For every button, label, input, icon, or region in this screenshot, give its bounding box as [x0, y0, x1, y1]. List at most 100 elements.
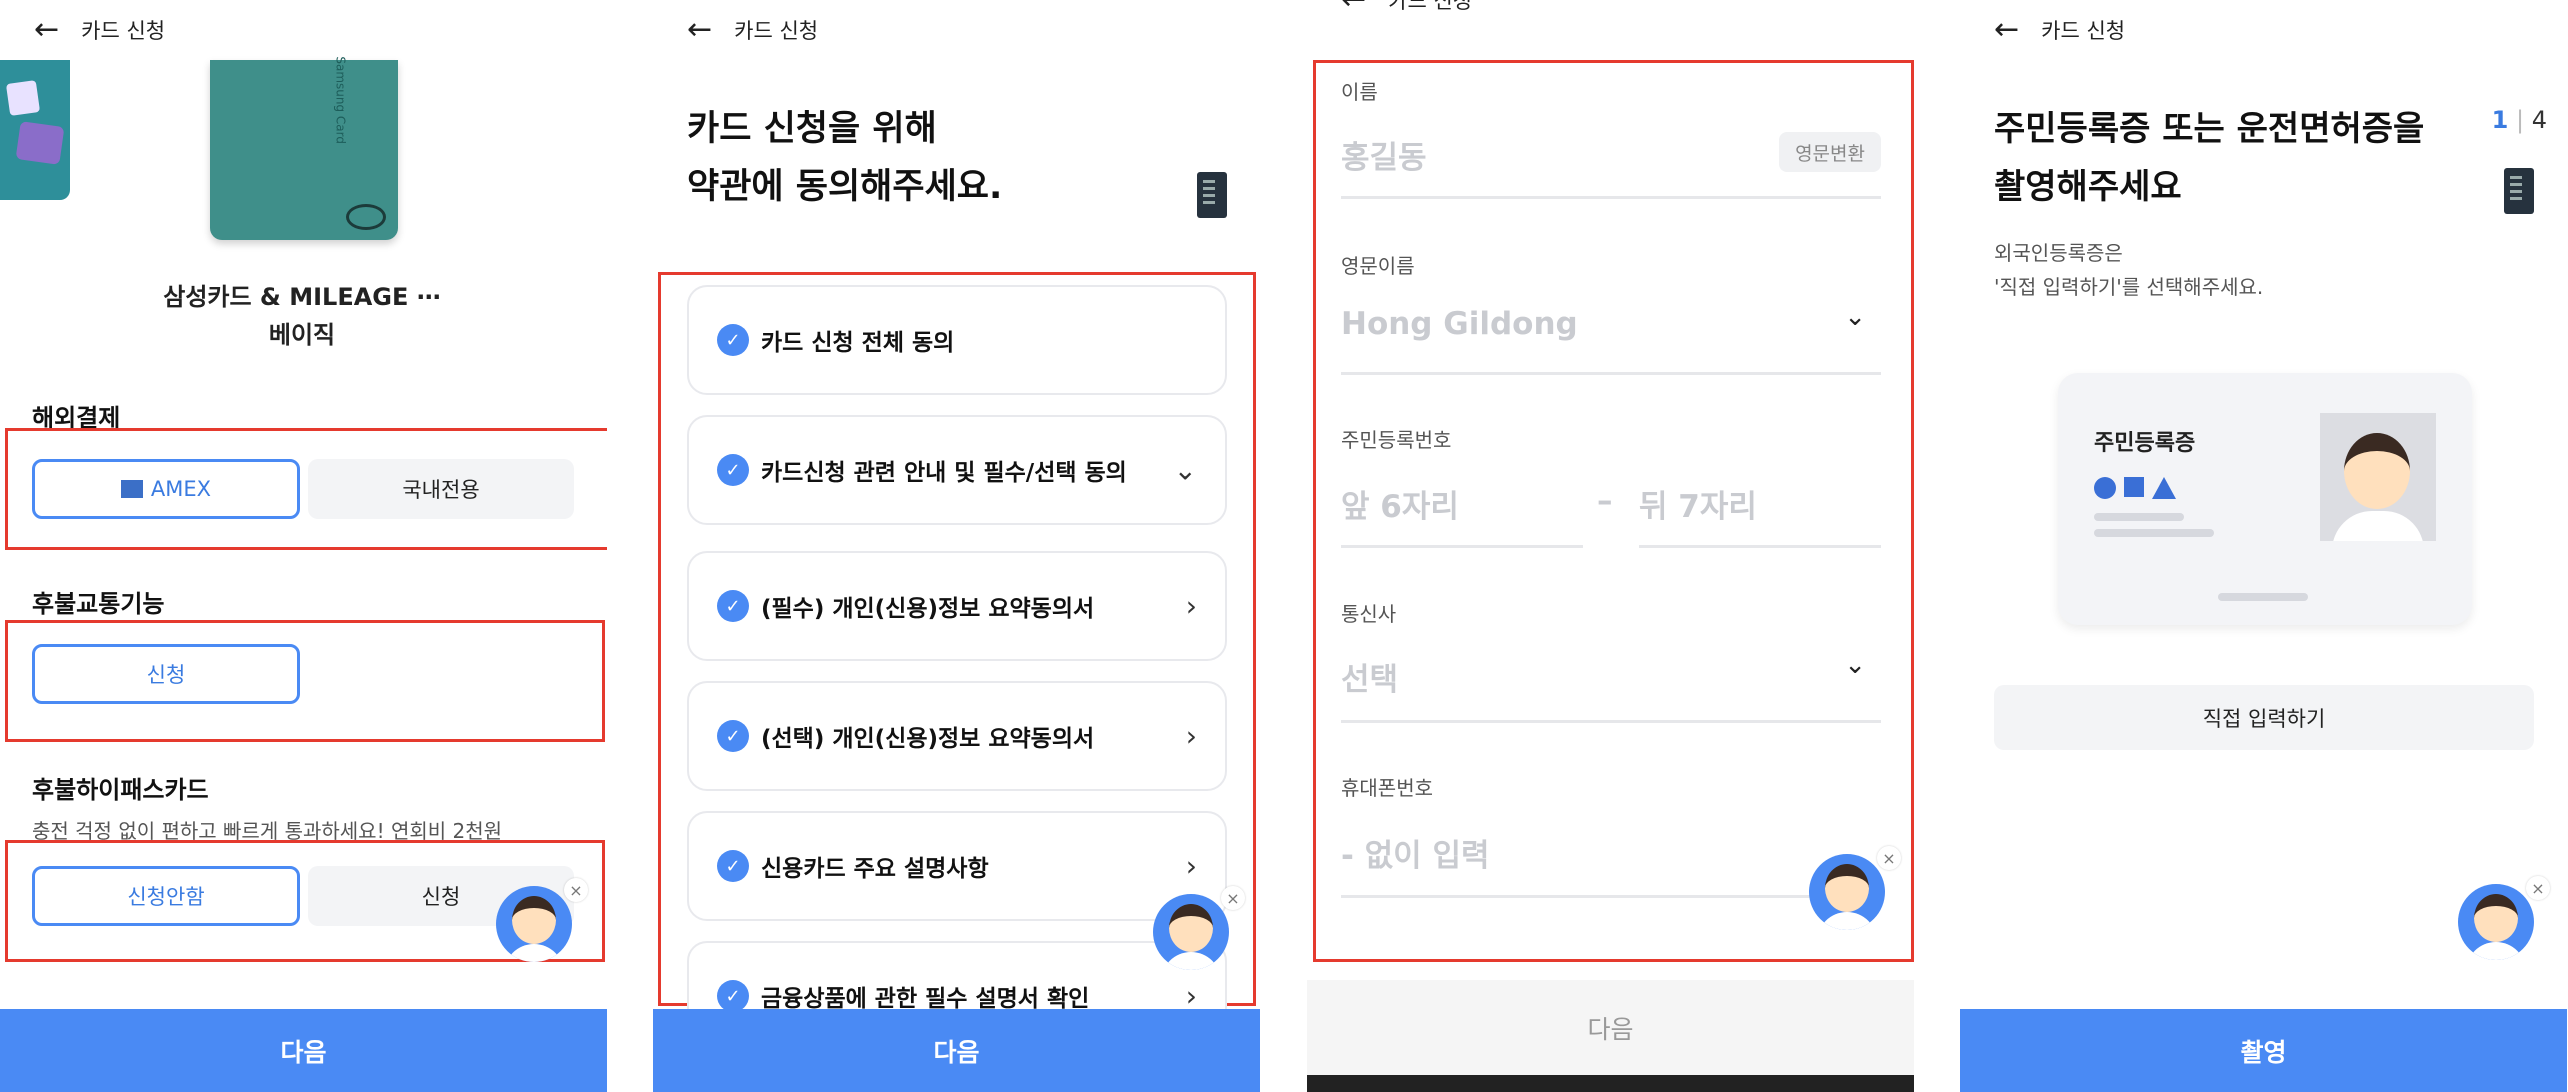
rrn-front-input[interactable]: 앞 6자리	[1341, 481, 1459, 526]
phone-input[interactable]: - 없이 입력	[1341, 830, 1490, 875]
next-button[interactable]: 다음	[653, 1009, 1260, 1092]
convert-english-button[interactable]: 영문변환	[1779, 132, 1881, 172]
back-arrow-icon[interactable]: ←	[687, 15, 712, 45]
term-label: (선택) 개인(신용)정보 요약동의서	[761, 726, 1095, 752]
card-image-side	[0, 60, 70, 200]
subtitle-line1: 외국인등록증은	[1994, 241, 2123, 265]
sticker-decoration	[5, 80, 41, 116]
name-label: 이름	[1341, 80, 1378, 104]
term-all-agree[interactable]: ✓ 카드 신청 전체 동의	[687, 285, 1227, 395]
chevron-down-icon[interactable]: ⌄	[1844, 650, 1866, 680]
screen-personal-info: ← 카드 신청 이름 홍길동 영문변환 영문이름 Hong Gildong ⌄ …	[1307, 0, 1914, 1092]
check-icon: ✓	[717, 720, 749, 752]
page-title: 주민등록증 또는 운전면허증을 촬영해주세요	[1994, 100, 2424, 216]
phone-label: 휴대폰번호	[1341, 776, 1433, 800]
chevron-right-icon[interactable]: ›	[1186, 720, 1197, 753]
check-icon: ✓	[717, 454, 749, 486]
amex-icon	[120, 480, 143, 498]
card-logo-icon	[346, 204, 386, 230]
chevron-right-icon[interactable]: ›	[1186, 850, 1197, 883]
rrn-front-underline	[1341, 545, 1583, 548]
keyboard-edge	[1307, 1075, 1914, 1092]
id-card-label: 주민등록증	[2094, 431, 2196, 456]
phone-underline	[1341, 895, 1881, 898]
title-line2: 촬영해주세요	[1994, 167, 2182, 207]
subtitle-line2: '직접 입력하기'를 선택해주세요.	[1994, 275, 2264, 299]
header-title: 카드 신청	[1388, 0, 1473, 13]
portrait-icon	[2320, 413, 2436, 541]
title-line2: 약관에 동의해주세요.	[687, 167, 1003, 207]
chevron-down-icon[interactable]: ⌄	[1174, 454, 1197, 487]
card-name: 삼성카드 & MILEAGE ⋯ 베이직	[120, 278, 484, 354]
helper-avatar[interactable]: ×	[2452, 876, 2550, 962]
close-icon[interactable]: ×	[1877, 846, 1901, 870]
term-item[interactable]: ✓ (선택) 개인(신용)정보 요약동의서 ›	[687, 681, 1227, 791]
manual-input-button[interactable]: 직접 입력하기	[1994, 685, 2534, 750]
page-title: 카드 신청을 위해 약관에 동의해주세요.	[687, 100, 1002, 216]
option-amex[interactable]: AMEX	[32, 459, 300, 519]
option-label: 신청안함	[127, 885, 205, 909]
screen-terms: ← 카드 신청 카드 신청을 위해 약관에 동의해주세요. ✓ 카드 신청 전체…	[653, 0, 1260, 1092]
header: ← 카드 신청	[653, 0, 1260, 60]
option-label: 국내전용	[402, 478, 480, 502]
term-item[interactable]: ✓ 카드신청 관련 안내 및 필수/선택 동의 ⌄	[687, 415, 1227, 525]
check-icon: ✓	[717, 324, 749, 356]
term-label: 카드 신청 전체 동의	[761, 330, 955, 356]
term-item[interactable]: ✓ (필수) 개인(신용)정보 요약동의서 ›	[687, 551, 1227, 661]
rrn-dash: –	[1597, 483, 1613, 519]
close-icon[interactable]: ×	[1221, 886, 1245, 910]
term-label: 금융상품에 관한 필수 설명서 확인	[761, 986, 1090, 1012]
eng-name-input[interactable]: Hong Gildong	[1341, 306, 1578, 342]
option-transit-apply[interactable]: 신청	[32, 644, 300, 704]
close-icon[interactable]: ×	[564, 878, 588, 902]
back-arrow-icon[interactable]: ←	[34, 15, 59, 45]
helper-avatar[interactable]: ×	[1803, 846, 1901, 932]
next-button[interactable]: 다음	[0, 1009, 607, 1092]
card-image: Samsung Card	[210, 56, 398, 240]
rrn-back-input[interactable]: 뒤 7자리	[1639, 481, 1757, 526]
step-total: 4	[2531, 106, 2547, 134]
term-label: 신용카드 주요 설명사항	[761, 856, 989, 882]
option-domestic[interactable]: 국내전용	[308, 459, 574, 519]
card-name-line2: 베이직	[268, 321, 336, 349]
option-label: AMEX	[150, 477, 212, 501]
check-icon: ✓	[717, 980, 749, 1012]
shoot-button[interactable]: 촬영	[1960, 1009, 2567, 1092]
subtitle: 외국인등록증은 '직접 입력하기'를 선택해주세요.	[1994, 236, 2263, 304]
eng-name-underline	[1341, 372, 1881, 375]
header: ← 카드 신청	[1307, 0, 1914, 30]
chevron-right-icon[interactable]: ›	[1186, 980, 1197, 1013]
term-item[interactable]: ✓ 신용카드 주요 설명사항 ›	[687, 811, 1227, 921]
chevron-down-icon[interactable]: ⌄	[1844, 302, 1866, 332]
card-name-line1: 삼성카드 & MILEAGE ⋯	[163, 283, 441, 311]
card-brand-text: Samsung Card	[334, 56, 348, 144]
header: ← 카드 신청	[0, 0, 607, 60]
next-button[interactable]: 다음	[1307, 980, 1914, 1075]
shapes-icon	[2094, 477, 2176, 499]
option-hipass-none[interactable]: 신청안함	[32, 866, 300, 926]
back-arrow-icon[interactable]: ←	[1341, 0, 1366, 15]
option-label: 신청	[421, 885, 461, 909]
hipass-title: 후불하이패스카드	[32, 776, 209, 804]
header: ← 카드 신청	[1960, 0, 2567, 60]
term-label: (필수) 개인(신용)정보 요약동의서	[761, 596, 1095, 622]
name-underline	[1341, 196, 1881, 199]
chevron-right-icon[interactable]: ›	[1186, 590, 1197, 623]
back-arrow-icon[interactable]: ←	[1994, 15, 2019, 45]
check-icon: ✓	[717, 850, 749, 882]
check-icon: ✓	[717, 590, 749, 622]
id-card-illustration: 주민등록증	[2058, 373, 2472, 625]
step-current: 1	[2491, 106, 2509, 134]
header-title: 카드 신청	[734, 19, 819, 43]
helper-avatar[interactable]: ×	[1147, 886, 1245, 972]
name-input[interactable]: 홍길동	[1341, 132, 1427, 177]
term-label: 카드신청 관련 안내 및 필수/선택 동의	[761, 460, 1127, 486]
option-label: 신청	[146, 663, 186, 687]
transit-title: 후불교통기능	[32, 590, 165, 618]
screen-card-options: ← 카드 신청 Samsung Card 삼성카드 & MILEAGE ⋯ 베이…	[0, 0, 607, 1092]
helper-avatar[interactable]: ×	[490, 878, 588, 964]
close-icon[interactable]: ×	[2526, 876, 2550, 900]
rrn-label: 주민등록번호	[1341, 428, 1452, 452]
carrier-label: 통신사	[1341, 602, 1397, 626]
carrier-select[interactable]: 선택	[1341, 654, 1398, 699]
